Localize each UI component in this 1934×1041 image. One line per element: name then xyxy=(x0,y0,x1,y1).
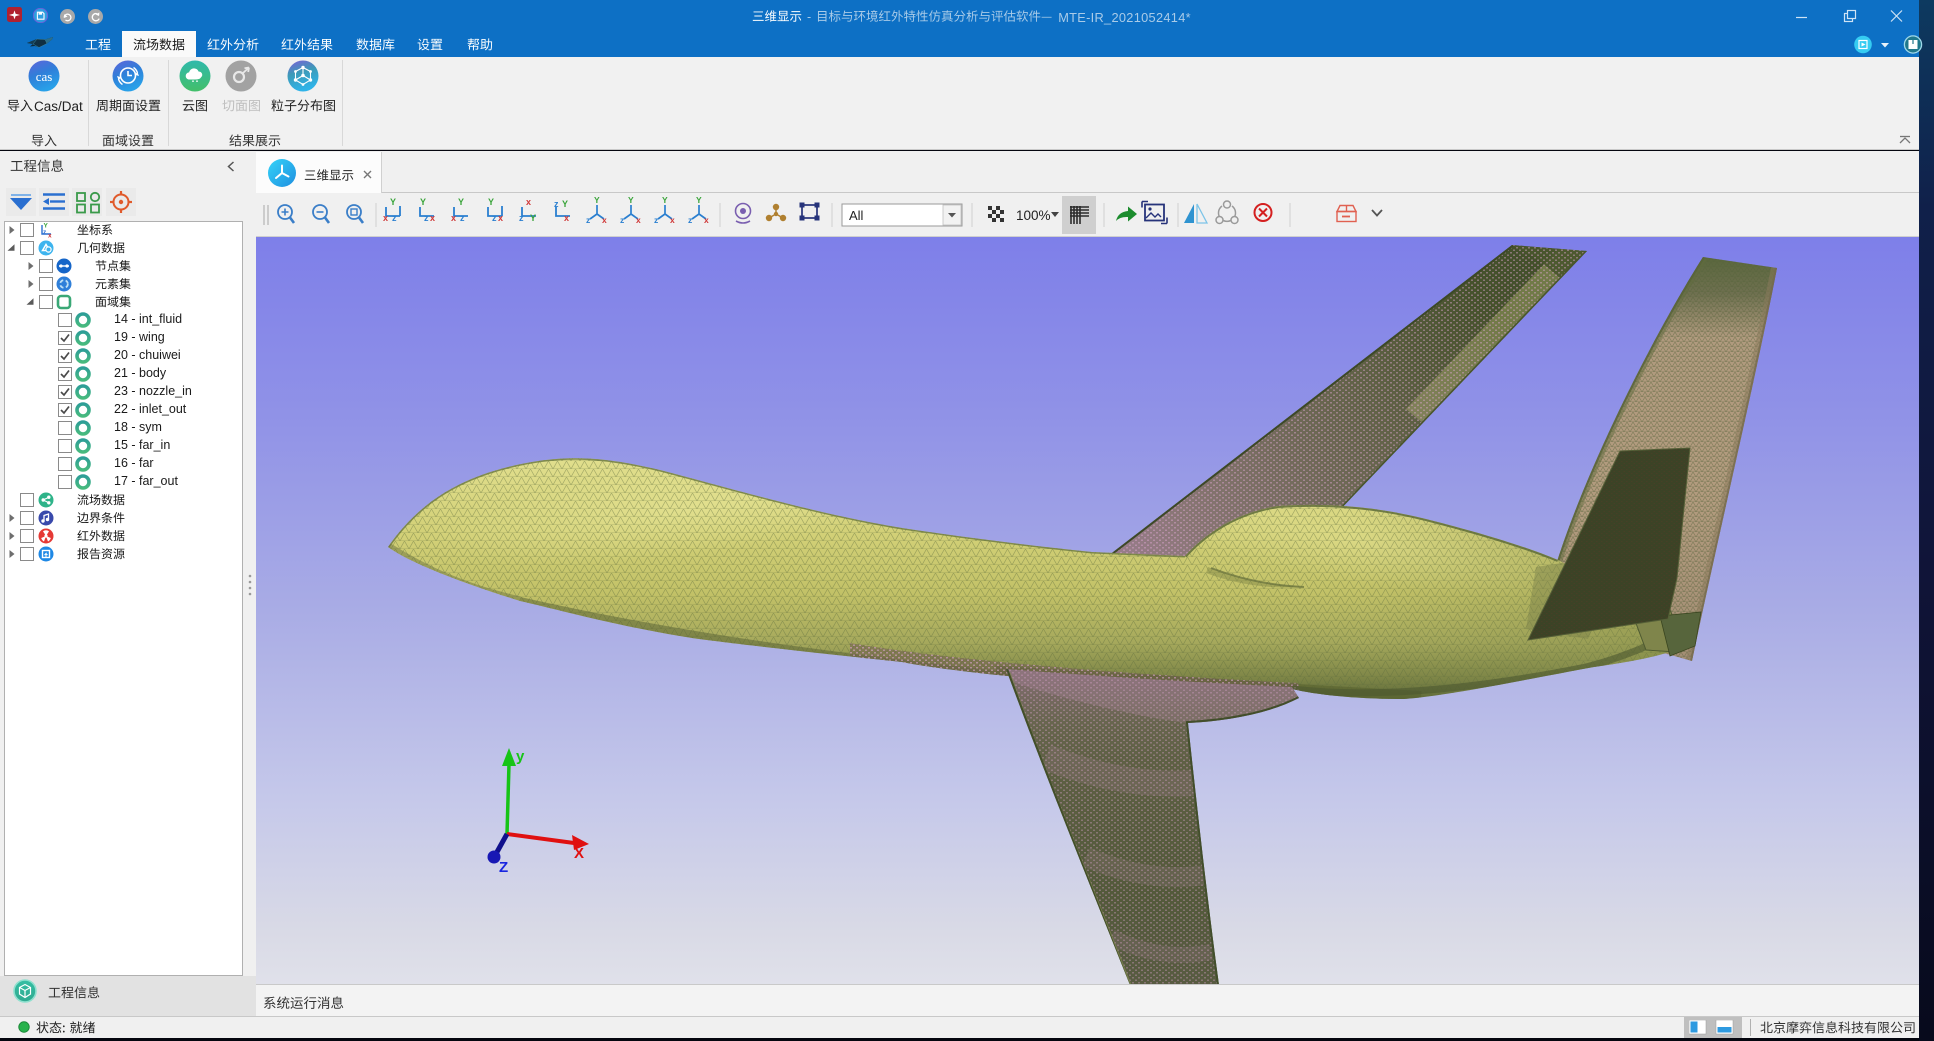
svg-text:x: x xyxy=(383,213,388,223)
svg-text:y: y xyxy=(516,748,525,765)
svg-text:z: z xyxy=(688,215,692,225)
svg-text:z: z xyxy=(492,213,497,223)
svg-text:x: x xyxy=(48,232,52,238)
svg-text:cas: cas xyxy=(36,69,53,84)
svg-text:Y: Y xyxy=(420,197,426,207)
svg-text:x: x xyxy=(670,215,675,225)
svg-text:Y: Y xyxy=(562,199,568,209)
svg-text:X: X xyxy=(574,845,584,862)
svg-text:x: x xyxy=(636,215,641,225)
svg-text:z: z xyxy=(654,215,658,225)
svg-text:Y: Y xyxy=(696,195,702,205)
svg-text:Y: Y xyxy=(458,197,464,207)
svg-text:x: x xyxy=(704,215,709,225)
svg-text:x: x xyxy=(498,213,503,223)
svg-text:x: x xyxy=(526,197,531,207)
svg-text:Y: Y xyxy=(662,195,668,205)
svg-text:Y: Y xyxy=(594,195,600,205)
svg-text:z: z xyxy=(460,213,465,223)
svg-text:z: z xyxy=(43,229,47,236)
svg-text:z: z xyxy=(519,213,524,223)
svg-text:z: z xyxy=(424,213,429,223)
svg-text:x: x xyxy=(430,213,435,223)
svg-text:z: z xyxy=(620,215,624,225)
svg-text:x: x xyxy=(602,215,607,225)
svg-text:Y: Y xyxy=(628,195,634,205)
svg-text:z: z xyxy=(392,213,397,223)
svg-text:Y: Y xyxy=(530,213,536,223)
svg-text:z: z xyxy=(554,199,559,209)
svg-text:Y: Y xyxy=(390,197,396,207)
svg-text:Z: Z xyxy=(499,859,508,876)
svg-text:z: z xyxy=(586,215,590,225)
svg-text:100%: 100% xyxy=(1016,208,1051,223)
svg-text:x: x xyxy=(451,213,456,223)
svg-text:All: All xyxy=(849,208,864,223)
svg-text:x: x xyxy=(564,213,569,223)
svg-text:Y: Y xyxy=(488,197,494,207)
